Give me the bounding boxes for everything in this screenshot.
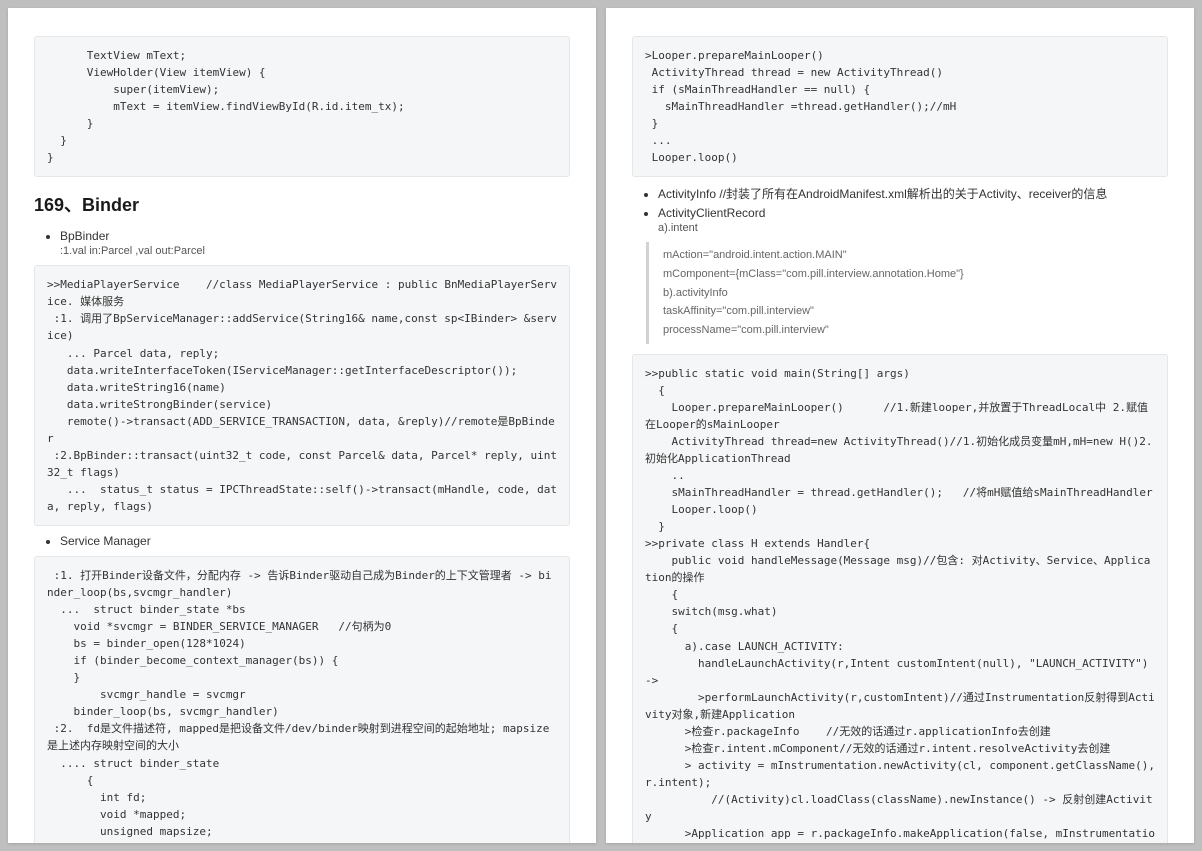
code-mediaplayer: >>MediaPlayerService //class MediaPlayer…	[34, 265, 570, 526]
li-sub: :1.val in:Parcel ,val out:Parcel	[60, 245, 570, 257]
blockquote-intent: mAction="android.intent.action.MAIN" mCo…	[646, 242, 1168, 343]
code-main: >>public static void main(String[] args)…	[632, 354, 1168, 843]
list-item: Service Manager	[60, 534, 570, 548]
heading-169-binder: 169、Binder	[34, 191, 570, 217]
list-item: ActivityClientRecord a).intent	[658, 206, 1168, 234]
list-servicemgr: Service Manager	[34, 534, 570, 548]
li-label: BpBinder	[60, 229, 109, 243]
li-sub: a).intent	[658, 222, 1168, 234]
list-item: ActivityInfo //封装了所有在AndroidManifest.xml…	[658, 185, 1168, 202]
list-bpbinder: BpBinder :1.val in:Parcel ,val out:Parce…	[34, 229, 570, 257]
code-binderloop: :1. 打开Binder设备文件，分配内存 -> 告诉Binder驱动自己成为B…	[34, 556, 570, 843]
page-left: TextView mText; ViewHolder(View itemView…	[8, 8, 596, 843]
code-looper: >Looper.prepareMainLooper() ActivityThre…	[632, 36, 1168, 177]
page-right: >Looper.prepareMainLooper() ActivityThre…	[606, 8, 1194, 843]
list-item: BpBinder :1.val in:Parcel ,val out:Parce…	[60, 229, 570, 257]
code-viewholder: TextView mText; ViewHolder(View itemView…	[34, 36, 570, 177]
li-label: ActivityClientRecord	[658, 206, 765, 220]
list-activityinfo: ActivityInfo //封装了所有在AndroidManifest.xml…	[632, 185, 1168, 234]
